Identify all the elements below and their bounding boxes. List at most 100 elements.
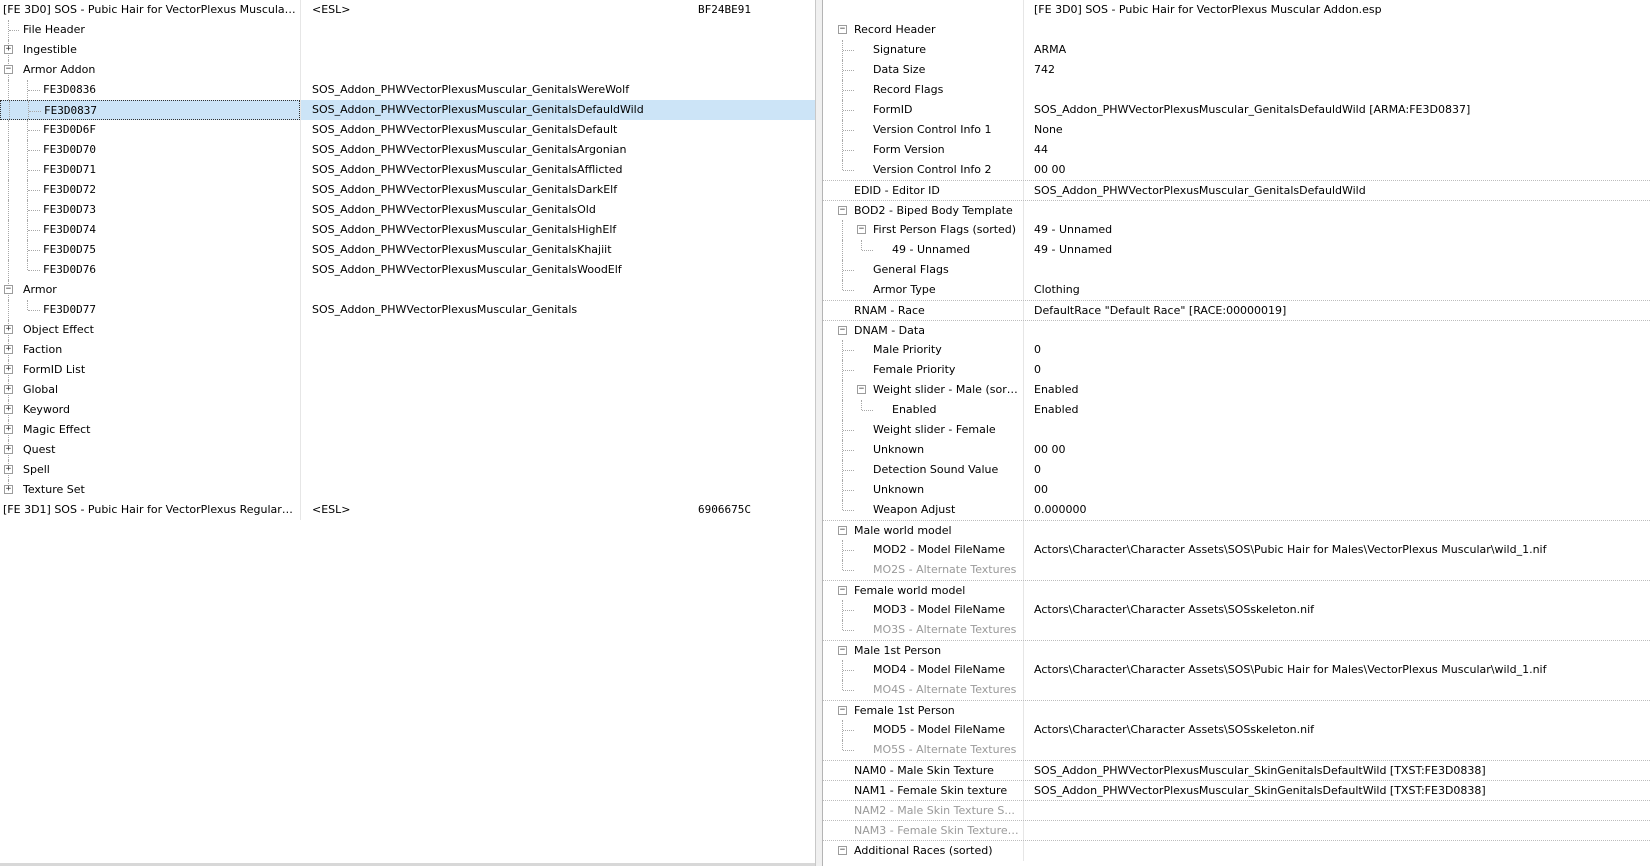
- record-field-label[interactable]: − Weight slider - Male (sort...: [823, 380, 1023, 400]
- tree-row[interactable]: FE3D0D77 SOS_Addon_PHWVectorPlexusMuscula…: [0, 300, 815, 320]
- record-field-value[interactable]: Actors\Character\Character Assets\SOSske…: [1034, 720, 1650, 740]
- tree-row[interactable]: [FE 3D0] SOS - Pubic Hair for VectorPlex…: [0, 0, 815, 20]
- record-row[interactable]: − Female world model: [823, 580, 1650, 601]
- record-row[interactable]: General Flags: [823, 260, 1650, 280]
- record-field-value[interactable]: Enabled: [1034, 400, 1650, 420]
- record-row[interactable]: − Additional Races (sorted): [823, 840, 1650, 861]
- record-field-value[interactable]: [1034, 521, 1650, 541]
- collapse-icon[interactable]: −: [857, 385, 866, 394]
- record-row[interactable]: MOD3 - Model FileName Actors\Character\Ch…: [823, 600, 1650, 620]
- record-row[interactable]: Female Priority 0: [823, 360, 1650, 380]
- record-row[interactable]: − Record Header: [823, 20, 1650, 40]
- tree-name-cell[interactable]: [FE 3D0] SOS - Pubic Hair for VectorPlex…: [0, 0, 300, 20]
- record-field-label[interactable]: MOD2 - Model FileName: [823, 540, 1023, 560]
- record-field-value[interactable]: ARMA: [1034, 40, 1650, 60]
- record-field-label[interactable]: − Female world model: [823, 581, 1023, 601]
- record-view[interactable]: [FE 3D0] SOS - Pubic Hair for VectorPlex…: [823, 0, 1650, 866]
- record-field-value[interactable]: Clothing: [1034, 280, 1650, 300]
- tree-name-cell[interactable]: + Magic Effect: [0, 420, 300, 440]
- record-field-value[interactable]: [1034, 801, 1650, 821]
- record-row[interactable]: MO2S - Alternate Textures: [823, 560, 1650, 580]
- record-row[interactable]: Unknown 00: [823, 480, 1650, 500]
- tree-row[interactable]: FE3D0D73 SOS_Addon_PHWVectorPlexusMuscula…: [0, 200, 815, 220]
- record-row[interactable]: Version Control Info 1 None: [823, 120, 1650, 140]
- record-row[interactable]: Data Size 742: [823, 60, 1650, 80]
- record-field-label[interactable]: RNAM - Race: [823, 301, 1023, 321]
- record-field-value[interactable]: [1034, 641, 1650, 661]
- record-field-label[interactable]: − Male world model: [823, 521, 1023, 541]
- expand-icon[interactable]: +: [4, 345, 13, 354]
- plugin-tree-view[interactable]: [FE 3D0] SOS - Pubic Hair for VectorPlex…: [0, 0, 815, 864]
- record-field-label[interactable]: MO2S - Alternate Textures: [823, 560, 1023, 580]
- collapse-icon[interactable]: −: [857, 225, 866, 234]
- tree-row[interactable]: + Quest: [0, 440, 815, 460]
- tree-name-cell[interactable]: − Armor Addon: [0, 60, 300, 80]
- tree-row[interactable]: FE3D0D74 SOS_Addon_PHWVectorPlexusMuscula…: [0, 220, 815, 240]
- record-field-label[interactable]: Data Size: [823, 60, 1023, 80]
- tree-name-cell[interactable]: FE3D0D73: [0, 200, 300, 220]
- record-field-value[interactable]: SOS_Addon_PHWVectorPlexusMuscular_SkinGe…: [1034, 761, 1650, 781]
- record-field-value[interactable]: [1034, 841, 1650, 861]
- tree-row[interactable]: FE3D0D76 SOS_Addon_PHWVectorPlexusMuscula…: [0, 260, 815, 280]
- record-row[interactable]: − First Person Flags (sorted) 49 - Unnamed: [823, 220, 1650, 240]
- record-field-label[interactable]: Enabled: [823, 400, 1023, 420]
- collapse-icon[interactable]: −: [838, 326, 847, 335]
- tree-name-cell[interactable]: FE3D0D72: [0, 180, 300, 200]
- record-field-value[interactable]: [1034, 581, 1650, 601]
- record-field-label[interactable]: Male Priority: [823, 340, 1023, 360]
- record-field-value[interactable]: DefaultRace "Default Race" [RACE:0000001…: [1034, 301, 1650, 321]
- record-row[interactable]: Weight slider - Female: [823, 420, 1650, 440]
- record-field-label[interactable]: − Female 1st Person: [823, 701, 1023, 721]
- pane-splitter[interactable]: [815, 0, 823, 866]
- tree-name-cell[interactable]: + Ingestible: [0, 40, 300, 60]
- tree-name-cell[interactable]: FE3D0D77: [0, 300, 300, 320]
- tree-name-cell[interactable]: FE3D0D74: [0, 220, 300, 240]
- record-field-label[interactable]: MOD5 - Model FileName: [823, 720, 1023, 740]
- tree-row[interactable]: FE3D0D71 SOS_Addon_PHWVectorPlexusMuscula…: [0, 160, 815, 180]
- tree-row[interactable]: FE3D0837 SOS_Addon_PHWVectorPlexusMuscula…: [0, 100, 815, 120]
- tree-row[interactable]: [FE 3D1] SOS - Pubic Hair for VectorPlex…: [0, 500, 815, 520]
- record-field-value[interactable]: 742: [1034, 60, 1650, 80]
- tree-row[interactable]: + Texture Set: [0, 480, 815, 500]
- record-row[interactable]: MO5S - Alternate Textures: [823, 740, 1650, 760]
- record-field-label[interactable]: MO5S - Alternate Textures: [823, 740, 1023, 760]
- record-field-value[interactable]: 0: [1034, 460, 1650, 480]
- record-row[interactable]: Form Version 44: [823, 140, 1650, 160]
- collapse-icon[interactable]: −: [838, 586, 847, 595]
- record-field-label[interactable]: NAM2 - Male Skin Texture S...: [823, 801, 1023, 821]
- record-field-label[interactable]: 49 - Unnamed: [823, 240, 1023, 260]
- record-field-label[interactable]: Version Control Info 1: [823, 120, 1023, 140]
- record-row[interactable]: Male Priority 0: [823, 340, 1650, 360]
- record-field-label[interactable]: Unknown: [823, 480, 1023, 500]
- tree-name-cell[interactable]: FE3D0D70: [0, 140, 300, 160]
- tree-name-cell[interactable]: + Global: [0, 380, 300, 400]
- record-field-label[interactable]: Record Flags: [823, 80, 1023, 100]
- record-field-value[interactable]: [1034, 260, 1650, 280]
- record-field-value[interactable]: [1034, 201, 1650, 221]
- record-field-label[interactable]: − Male 1st Person: [823, 641, 1023, 661]
- collapse-icon[interactable]: −: [838, 526, 847, 535]
- record-field-label[interactable]: Detection Sound Value: [823, 460, 1023, 480]
- record-field-value[interactable]: Actors\Character\Character Assets\SOS\Pu…: [1034, 540, 1650, 560]
- record-row[interactable]: − Female 1st Person: [823, 700, 1650, 721]
- expand-icon[interactable]: +: [4, 325, 13, 334]
- tree-row[interactable]: + Ingestible: [0, 40, 815, 60]
- record-field-value[interactable]: 49 - Unnamed: [1034, 220, 1650, 240]
- record-row[interactable]: Version Control Info 2 00 00: [823, 160, 1650, 180]
- record-field-label[interactable]: FormID: [823, 100, 1023, 120]
- collapse-icon[interactable]: −: [838, 25, 847, 34]
- record-field-label[interactable]: Weapon Adjust: [823, 500, 1023, 520]
- tree-row[interactable]: FE3D0836 SOS_Addon_PHWVectorPlexusMuscula…: [0, 80, 815, 100]
- record-field-value[interactable]: [1034, 740, 1650, 760]
- record-field-value[interactable]: [1034, 680, 1650, 700]
- record-field-value[interactable]: 00 00: [1034, 160, 1650, 180]
- record-field-value[interactable]: 49 - Unnamed: [1034, 240, 1650, 260]
- record-field-value[interactable]: [1034, 420, 1650, 440]
- collapse-icon[interactable]: −: [838, 646, 847, 655]
- record-field-label[interactable]: − BOD2 - Biped Body Template: [823, 201, 1023, 221]
- record-field-label[interactable]: MO4S - Alternate Textures: [823, 680, 1023, 700]
- tree-name-cell[interactable]: FE3D0D6F: [0, 120, 300, 140]
- record-field-label[interactable]: NAM1 - Female Skin texture: [823, 781, 1023, 801]
- tree-row[interactable]: FE3D0D6F SOS_Addon_PHWVectorPlexusMuscula…: [0, 120, 815, 140]
- record-field-value[interactable]: SOS_Addon_PHWVectorPlexusMuscular_Genita…: [1034, 181, 1650, 201]
